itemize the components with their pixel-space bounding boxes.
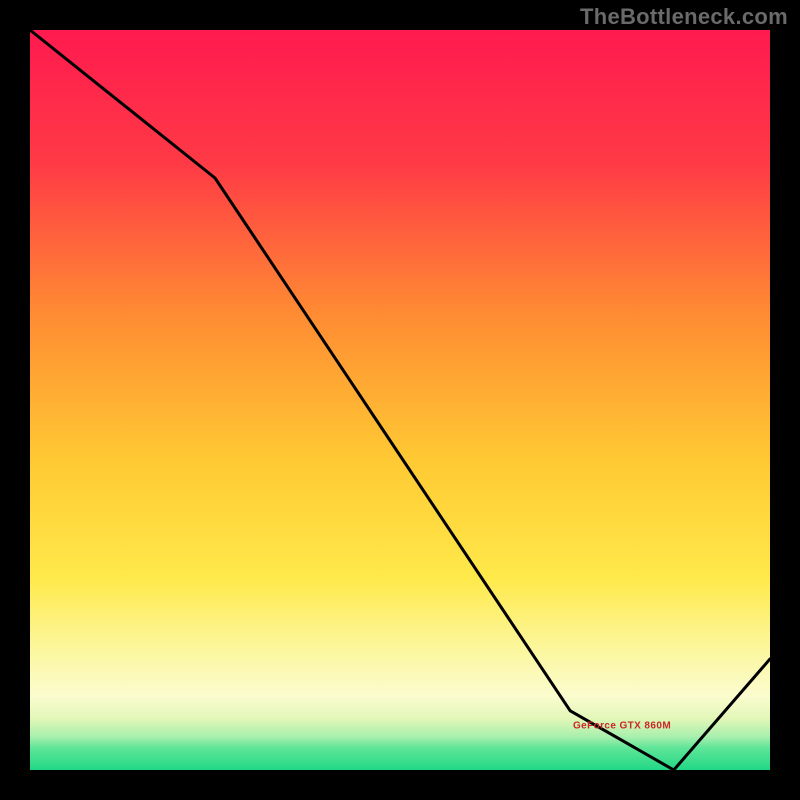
bottleneck-curve: [30, 30, 770, 770]
gpu-marker-label: GeForce GTX 860M: [573, 720, 671, 731]
chart-area: GeForce GTX 860M: [30, 30, 770, 770]
attribution-text: TheBottleneck.com: [580, 4, 788, 30]
